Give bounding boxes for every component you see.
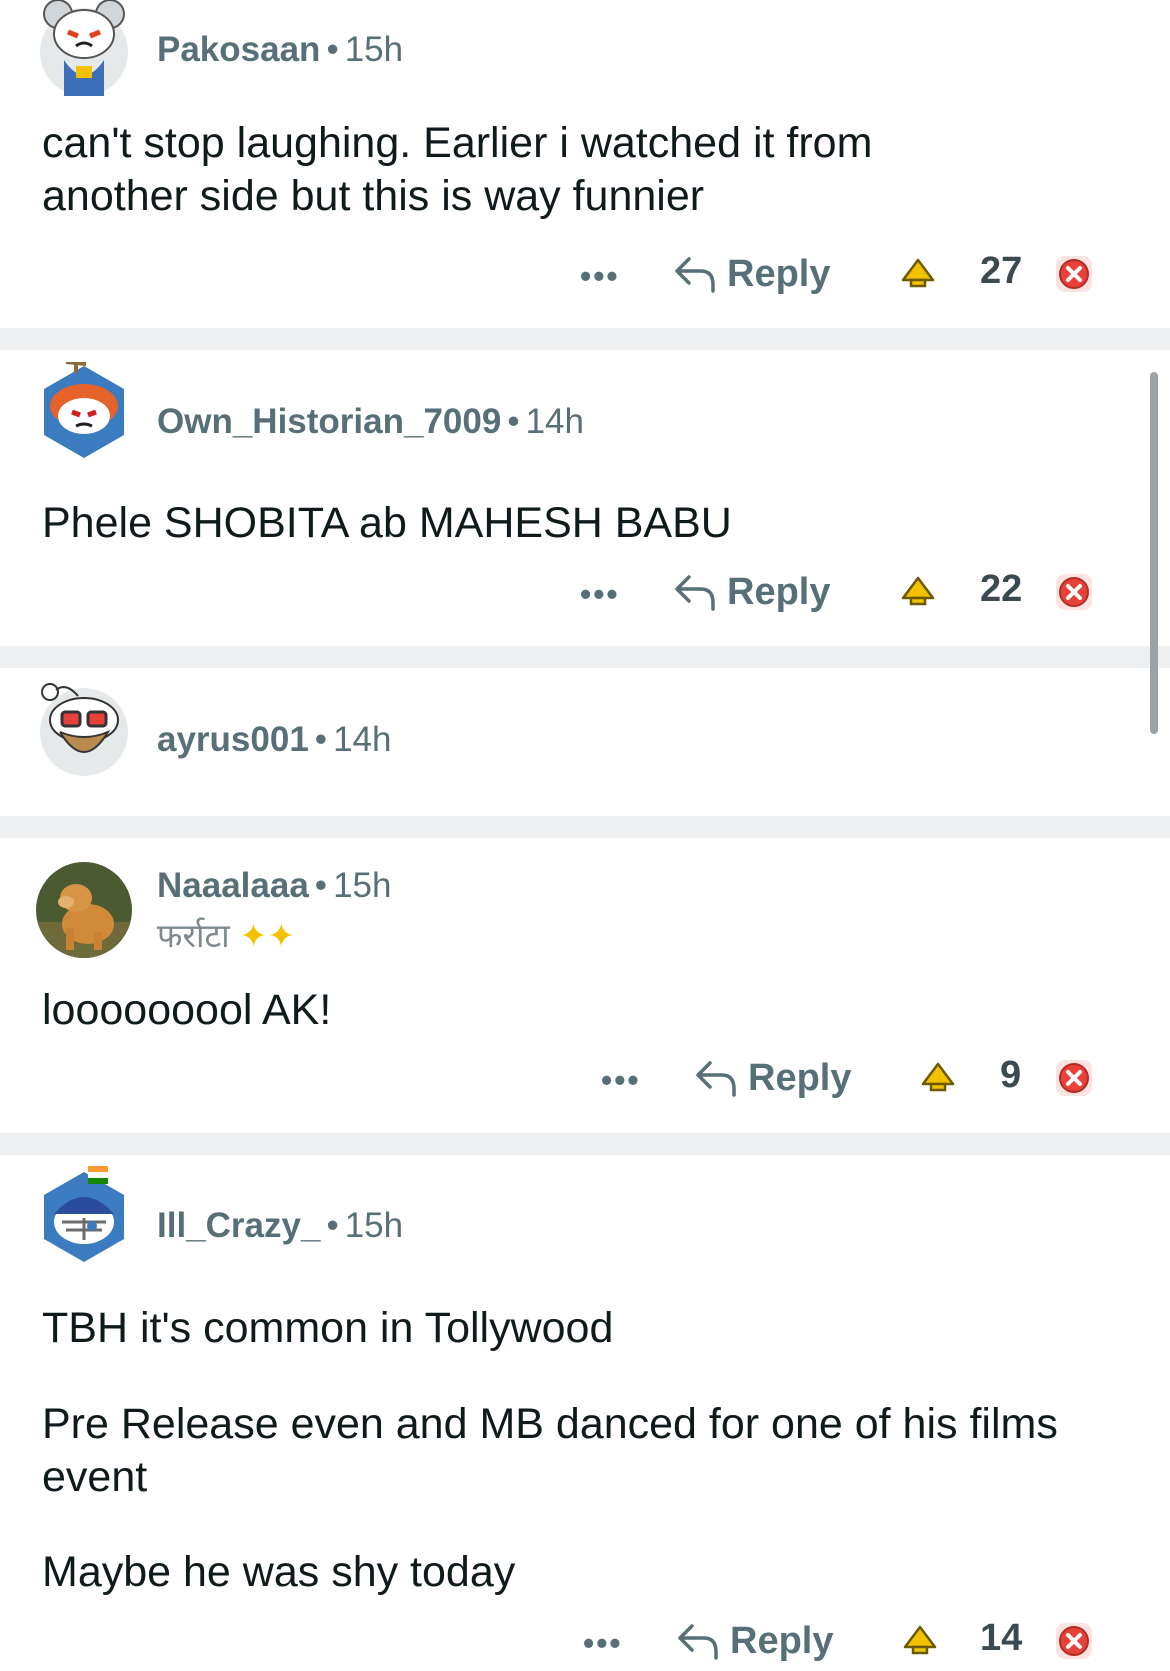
reply-button[interactable]: Reply <box>673 244 830 304</box>
timestamp: 14h <box>525 402 584 441</box>
comment-body: TBH it's common in Tollywood <box>42 1302 613 1355</box>
comment-line: looooooool AK! <box>42 986 332 1034</box>
username[interactable]: Ill_Crazy_ <box>157 1206 320 1245</box>
comment-meta: Naaalaaa • 15h <box>157 866 391 906</box>
avatar-own-historian[interactable] <box>36 362 132 458</box>
username[interactable]: Own_Historian_7009 <box>157 402 501 441</box>
reply-label: Reply <box>730 1619 834 1662</box>
avatar-naaalaaa[interactable] <box>36 862 132 958</box>
comment-separator <box>0 646 1170 668</box>
comment-meta: Ill_Crazy_ • 15h <box>157 1206 403 1246</box>
more-options-button[interactable]: ••• <box>580 258 620 295</box>
comment-body: looooooool AK! <box>42 984 331 1037</box>
username[interactable]: Naaalaaa <box>157 866 309 905</box>
vote-score: 22 <box>980 568 1023 610</box>
vote-score: 14 <box>980 1617 1023 1659</box>
timestamp: 15h <box>344 1206 404 1245</box>
meta-separator: • <box>326 30 339 69</box>
comment-body: Phele SHOBITA ab MAHESH BABU <box>42 497 732 550</box>
comment-body: can't stop laughing. Earlier i watched i… <box>42 117 872 223</box>
reply-arrow-icon <box>675 575 715 611</box>
downvote-icon[interactable] <box>1054 572 1094 612</box>
upvote-icon[interactable] <box>920 1060 956 1096</box>
downvote-icon[interactable] <box>1054 1058 1094 1098</box>
upvote-icon[interactable] <box>902 1623 938 1659</box>
reply-button[interactable]: Reply <box>673 562 830 622</box>
comment-actions: ••• Reply 9 <box>0 1048 1170 1108</box>
reply-button[interactable]: Reply <box>694 1048 851 1108</box>
more-options-button[interactable]: ••• <box>583 1625 623 1662</box>
username[interactable]: Pakosaan <box>157 30 320 69</box>
comment-body: Maybe he was shy today <box>42 1546 515 1599</box>
avatar-ayrus001[interactable] <box>36 680 132 776</box>
reply-arrow-icon <box>678 1624 718 1660</box>
comment-line: event <box>42 1453 148 1501</box>
comment-separator <box>0 816 1170 838</box>
comment-actions: ••• Reply 27 <box>0 244 1170 304</box>
downvote-icon[interactable] <box>1054 254 1094 294</box>
comment-meta: ayrus001 • 14h <box>157 720 391 760</box>
user-flair: फर्राटा ✦✦ <box>157 912 295 957</box>
scrollbar[interactable] <box>1150 372 1158 734</box>
comment-line: Maybe he was shy today <box>42 1548 516 1596</box>
reply-arrow-icon <box>696 1061 736 1097</box>
comment-line: another side but this is way funnier <box>42 172 705 220</box>
meta-separator: • <box>326 1206 339 1245</box>
timestamp: 14h <box>333 720 392 759</box>
meta-separator: • <box>314 866 328 905</box>
comment-line: Phele SHOBITA ab MAHESH BABU <box>42 499 732 547</box>
sparkle-icon: ✦✦ <box>239 917 295 954</box>
comment-separator <box>0 328 1170 350</box>
timestamp: 15h <box>333 866 392 905</box>
comment-line: Pre Release even and MB danced for one o… <box>42 1400 1058 1448</box>
reply-label: Reply <box>727 570 831 613</box>
reply-button[interactable]: Reply <box>676 1611 833 1671</box>
avatar-pakosaan[interactable] <box>36 0 132 96</box>
username[interactable]: ayrus001 <box>157 720 309 759</box>
upvote-icon[interactable] <box>900 256 936 292</box>
comment-body: Pre Release even and MB danced for one o… <box>42 1398 1058 1504</box>
comment-line: can't stop laughing. Earlier i watched i… <box>42 119 873 167</box>
comment-line: TBH it's common in Tollywood <box>42 1304 614 1352</box>
avatar-ill-crazy[interactable] <box>36 1166 132 1262</box>
timestamp: 15h <box>344 30 404 69</box>
meta-separator: • <box>314 720 328 759</box>
comment-actions: ••• Reply 14 <box>0 1611 1170 1671</box>
downvote-icon[interactable] <box>1054 1621 1094 1661</box>
vote-score: 9 <box>1000 1054 1022 1096</box>
reply-label: Reply <box>748 1056 852 1099</box>
more-options-button[interactable]: ••• <box>601 1062 641 1099</box>
comment-actions: ••• Reply 22 <box>0 562 1170 622</box>
comment-separator <box>0 1133 1170 1155</box>
comment-meta: Own_Historian_7009 • 14h <box>157 402 584 442</box>
reply-arrow-icon <box>675 257 715 293</box>
reply-label: Reply <box>727 252 831 295</box>
meta-separator: • <box>507 402 520 441</box>
more-options-button[interactable]: ••• <box>580 576 620 613</box>
vote-score: 27 <box>980 250 1023 292</box>
flair-text: फर्राटा <box>157 917 230 954</box>
comment-meta: Pakosaan • 15h <box>157 30 403 70</box>
upvote-icon[interactable] <box>900 574 936 610</box>
